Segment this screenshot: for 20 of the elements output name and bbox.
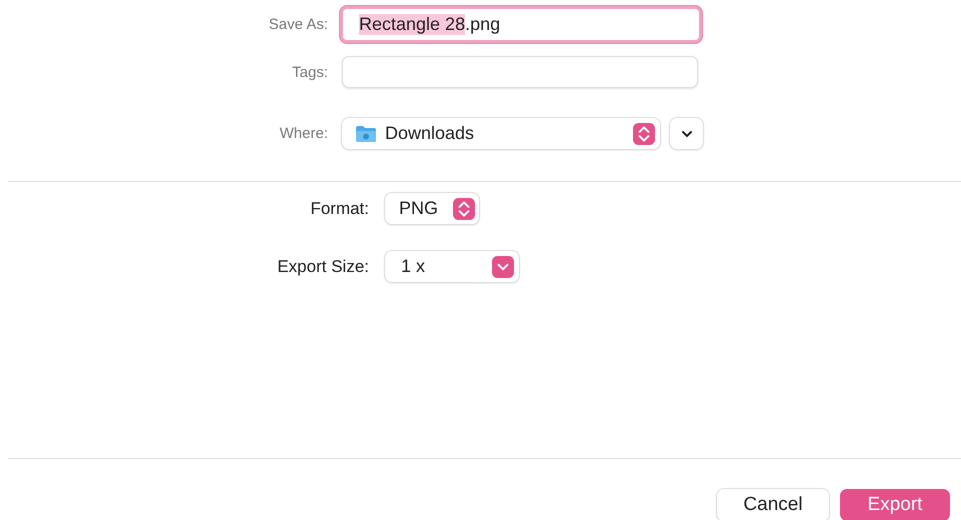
stepper-icon: [453, 198, 475, 220]
field-label: Where:: [278, 125, 329, 142]
export-button[interactable]: Export: [840, 489, 950, 520]
dropdown-icon: [492, 256, 514, 278]
tags-field[interactable]: [342, 56, 698, 88]
where-popup[interactable]: Downloads: [342, 118, 660, 149]
field-label: Format:: [309, 198, 370, 218]
field-label: Save As:: [268, 16, 329, 33]
chevron-down-icon: [680, 130, 692, 138]
field-label: Export Size:: [276, 256, 370, 276]
cancel-button[interactable]: Cancel: [717, 489, 829, 520]
format-popup[interactable]: PNG: [385, 193, 479, 224]
expand-button[interactable]: [670, 118, 703, 149]
export-size-popup[interactable]: 1 x: [385, 251, 519, 282]
field-label: Tags:: [291, 64, 329, 80]
selected-text: Rectangle 28: [359, 14, 466, 35]
save-as-field[interactable]: Rectangle 28.png: [340, 6, 702, 43]
extension-text: .png: [465, 14, 500, 35]
stepper-icon: [633, 122, 655, 144]
folder-icon: [355, 124, 377, 142]
